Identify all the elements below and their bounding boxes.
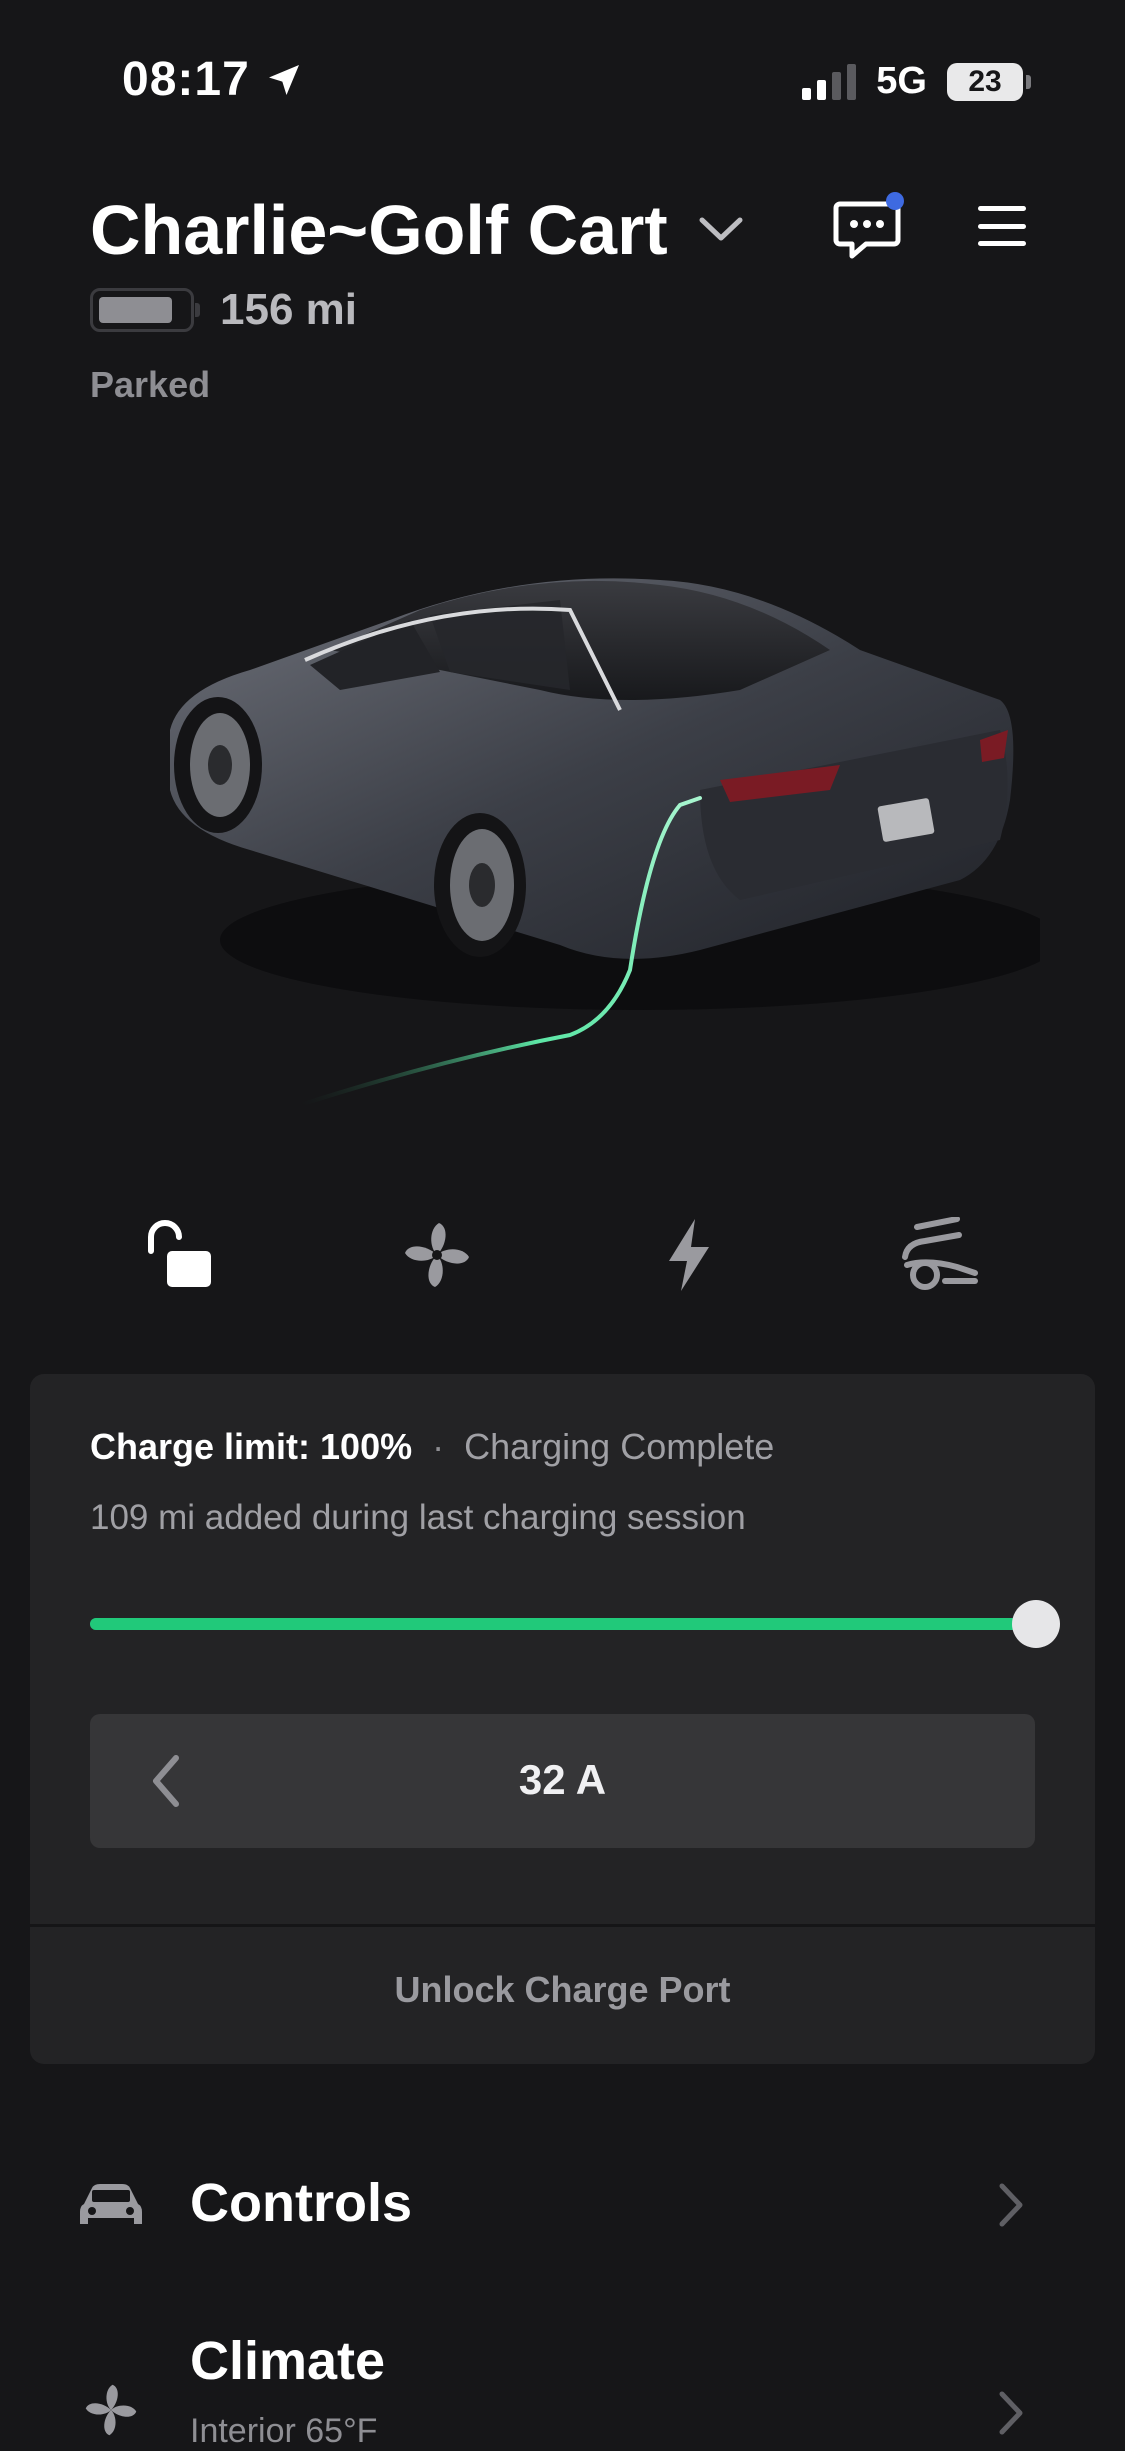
separator: · xyxy=(432,1426,445,1467)
controls-label: Controls xyxy=(190,2173,412,2233)
status-indicators: 5G 23 xyxy=(802,60,1031,103)
charge-limit-slider-thumb[interactable] xyxy=(1012,1600,1060,1648)
vehicle-name: Charlie~Golf Cart xyxy=(90,191,668,269)
unlock-button[interactable] xyxy=(134,1210,224,1300)
messages-button[interactable] xyxy=(832,192,908,264)
range-indicator: 156 mi xyxy=(90,285,357,335)
location-arrow-icon xyxy=(268,64,299,95)
vehicle-image xyxy=(170,578,1040,1107)
vehicle-state: Parked xyxy=(90,364,211,405)
charge-limit-slider[interactable] xyxy=(90,1618,1036,1630)
charge-current-value: 32 A xyxy=(518,1756,607,1803)
divider xyxy=(30,1924,1095,1927)
cellular-signal-icon xyxy=(802,63,857,100)
charging-status: Charging Complete xyxy=(464,1426,775,1467)
list-item-controls[interactable]: Controls xyxy=(0,2150,1125,2260)
climate-subtitle: Interior 65°F xyxy=(190,2412,378,2450)
clock: 08:17 xyxy=(122,53,250,106)
phone-battery-level: 23 xyxy=(968,64,1002,98)
charging-button[interactable] xyxy=(644,1210,734,1300)
fan-icon xyxy=(405,1223,469,1287)
unread-badge xyxy=(886,192,904,210)
chevron-down-icon xyxy=(699,217,743,241)
chevron-right-icon xyxy=(999,2391,1023,2435)
car-icon xyxy=(80,2184,142,2224)
unlock-charge-port-button[interactable]: Unlock Charge Port xyxy=(30,1969,1095,2011)
fan-icon xyxy=(85,2384,137,2436)
charge-limit: Charge limit: 100% xyxy=(90,1426,413,1467)
charging-card: Charge limit: 100% · Charging Complete 1… xyxy=(30,1374,1095,2064)
vehicle-battery-icon xyxy=(90,288,200,332)
charge-limit-line: Charge limit: 100% · Charging Complete xyxy=(90,1426,774,1468)
charge-limit-fill xyxy=(90,1618,1036,1630)
status-time: 08:17 xyxy=(122,52,304,107)
list-item-climate[interactable]: Climate Interior 65°F xyxy=(0,2300,1125,2450)
vehicle-selector[interactable]: Charlie~Golf Cart xyxy=(90,190,744,270)
charge-added: 109 mi added during last charging sessio… xyxy=(90,1498,746,1537)
unlock-icon xyxy=(148,1220,211,1287)
chevron-right-icon xyxy=(999,2183,1023,2227)
charge-current-stepper: 32 A xyxy=(90,1714,1035,1848)
hamburger-menu-icon[interactable] xyxy=(978,206,1026,246)
lightning-icon xyxy=(669,1219,709,1291)
car-front-trunk-icon xyxy=(902,1217,978,1290)
phone-battery-icon: 23 xyxy=(947,62,1031,101)
network-type: 5G xyxy=(876,60,927,102)
climate-label: Climate xyxy=(190,2331,386,2391)
frunk-button[interactable] xyxy=(894,1210,984,1300)
climate-button[interactable] xyxy=(392,1210,482,1300)
range-value: 156 mi xyxy=(220,285,357,334)
